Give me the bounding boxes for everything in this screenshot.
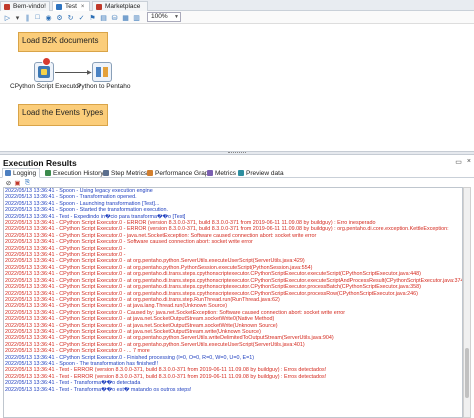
tab-label: Logging	[13, 169, 37, 177]
close-icon[interactable]: ×	[467, 158, 471, 166]
hop-connector[interactable]	[55, 72, 91, 73]
replay-icon[interactable]: ↻	[66, 13, 75, 22]
log-output[interactable]: 2022/05/13 13:36:41 - Spoon - Using lega…	[3, 187, 463, 418]
tab-test[interactable]: Test ×	[52, 1, 90, 11]
sql-icon[interactable]: ▤	[99, 13, 108, 22]
tab-preview-data[interactable]: Preview data	[235, 168, 287, 178]
hop-arrow-icon: ▶	[87, 70, 92, 76]
note-text: Load the Events Types	[22, 108, 104, 117]
tab-welcome[interactable]: Bem-vindo!	[0, 1, 50, 11]
log-line: 2022/05/13 13:36:41 - CPython Script Exe…	[5, 226, 449, 233]
run-icon[interactable]: ▷	[3, 13, 12, 22]
tab-step-metrics[interactable]: Step Metrics	[100, 168, 150, 178]
tab-label: Marketplace	[105, 3, 141, 10]
note-load-b2k[interactable]: Load B2K documents	[18, 32, 108, 52]
debug-icon[interactable]: ⚙	[55, 13, 64, 22]
impact-icon[interactable]: ⚑	[88, 13, 97, 22]
zoom-select[interactable]: 100% ▼	[147, 12, 181, 22]
marketplace-icon	[96, 3, 102, 10]
transformation-canvas[interactable]: Load B2K documents CPython Script Execut…	[0, 24, 474, 151]
log-settings-icon[interactable]: ▣	[14, 179, 21, 187]
tab-label: Execution History	[53, 169, 104, 177]
results-icon[interactable]: ▦	[121, 13, 130, 22]
tab-label: Step Metrics	[111, 169, 148, 177]
tab-label: Preview data	[246, 169, 284, 177]
log-scrollbar[interactable]	[463, 187, 471, 418]
clear-log-icon[interactable]: ⊘	[5, 179, 12, 187]
log-line: 2022/05/13 13:36:41 - CPython Script Exe…	[5, 284, 421, 291]
close-icon[interactable]: ×	[81, 4, 85, 10]
graph-icon	[147, 170, 153, 176]
execution-results-title: Execution Results	[3, 158, 77, 168]
step-label: CPython Script Executor	[10, 83, 81, 90]
copy-log-icon[interactable]: ⎘	[24, 179, 31, 186]
panel-splitter[interactable]	[0, 151, 474, 155]
note-load-events[interactable]: Load the Events Types	[18, 104, 108, 126]
logging-icon	[5, 170, 11, 176]
pause-icon[interactable]: ∥	[23, 13, 32, 22]
dropdown-icon[interactable]: ▾	[13, 13, 22, 22]
editor-tab-bar: Bem-vindo! Test × Marketplace	[0, 0, 474, 11]
log-line: 2022/05/13 13:36:41 - CPython Script Exe…	[5, 271, 421, 278]
verify-icon[interactable]: ✓	[77, 13, 86, 22]
error-badge-icon	[42, 57, 51, 66]
stop-icon[interactable]: □	[33, 13, 42, 22]
metrics-icon	[207, 170, 213, 176]
explore-db-icon[interactable]: ⛁	[110, 13, 119, 22]
tab-metrics[interactable]: Metrics	[204, 168, 239, 178]
tab-label: Bem-vindo!	[13, 3, 46, 10]
align-icon[interactable]: ▥	[132, 13, 141, 22]
preview-icon[interactable]: ◉	[44, 13, 53, 22]
tab-logging[interactable]: Logging	[2, 168, 40, 178]
python-to-pentaho-icon	[96, 67, 108, 77]
tab-label: Test	[65, 3, 77, 10]
log-line: 2022/05/13 13:36:41 - CPython Script Exe…	[5, 290, 418, 297]
chevron-down-icon: ▼	[174, 14, 179, 20]
step-metrics-icon	[103, 170, 109, 176]
step-python-to-pentaho[interactable]	[92, 62, 112, 82]
zoom-value: 100%	[151, 13, 168, 20]
transformation-icon	[56, 3, 62, 10]
history-icon	[45, 170, 51, 176]
preview-icon	[238, 170, 244, 176]
logging-toolbar: ⊘ ▣ ⎘	[0, 178, 474, 187]
log-line: 2022/05/13 13:36:41 - Test - Transforma�…	[5, 386, 192, 393]
panel-controls: ▭ ×	[455, 158, 471, 166]
scroll-thumb[interactable]	[465, 348, 469, 398]
results-tabs: Logging Execution History Step Metrics P…	[0, 168, 474, 178]
note-text: Load B2K documents	[22, 36, 99, 45]
tab-label: Metrics	[215, 169, 236, 177]
maximize-icon[interactable]: ▭	[455, 158, 462, 166]
tab-marketplace[interactable]: Marketplace	[92, 1, 148, 11]
step-label: Python to Pentaho	[77, 83, 131, 90]
home-icon	[4, 3, 10, 10]
transformation-toolbar: ▷ ▾ ∥ □ ◉ ⚙ ↻ ✓ ⚑ ▤ ⛁ ▦ ▥ 100% ▼	[0, 11, 474, 24]
tab-execution-history[interactable]: Execution History	[42, 168, 107, 178]
